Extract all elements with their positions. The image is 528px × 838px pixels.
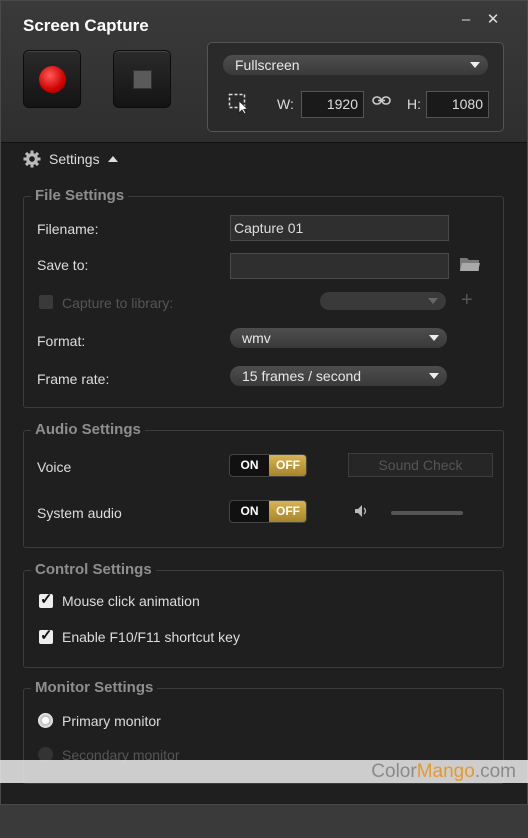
voice-label: Voice	[37, 459, 72, 475]
system-audio-label: System audio	[37, 505, 122, 521]
stop-button[interactable]	[113, 50, 171, 108]
record-button[interactable]	[23, 50, 81, 108]
add-library-icon[interactable]: +	[461, 290, 473, 310]
capture-library-label: Capture to library:	[62, 295, 174, 311]
settings-label: Settings	[49, 151, 100, 167]
minimize-button[interactable]: –	[457, 11, 475, 29]
file-settings-title: File Settings	[31, 187, 129, 204]
chevron-down-icon	[470, 62, 480, 68]
toggle-on-label: ON	[240, 458, 259, 472]
gear-icon	[23, 150, 41, 168]
capture-library-checkbox[interactable]	[39, 295, 53, 309]
check-icon: ✓	[40, 627, 53, 644]
sound-check-button[interactable]: Sound Check	[348, 453, 493, 477]
volume-slider[interactable]	[391, 511, 463, 515]
toggle-off-label: OFF	[269, 501, 306, 522]
shortcut-key-label: Enable F10/F11 shortcut key	[62, 629, 240, 645]
watermark-banner: ColorMango.com	[0, 760, 528, 783]
voice-toggle[interactable]: ON OFF	[229, 454, 307, 477]
stop-icon	[133, 70, 152, 89]
watermark-suffix: .com	[474, 761, 516, 782]
mouse-click-label: Mouse click animation	[62, 593, 200, 609]
save-to-input[interactable]	[230, 253, 449, 279]
filename-input[interactable]: Capture 01	[230, 215, 449, 241]
format-dropdown[interactable]: wmv	[230, 328, 447, 348]
link-aspect-icon[interactable]	[372, 95, 392, 107]
audio-settings-group: Audio Settings Voice ON OFF Sound Check …	[23, 421, 504, 548]
folder-icon[interactable]	[459, 255, 481, 273]
speaker-icon	[355, 505, 367, 517]
chevron-down-icon	[428, 298, 438, 304]
select-region-icon[interactable]	[228, 93, 252, 115]
toggle-on-label: ON	[240, 504, 259, 518]
watermark-text: ColorMango.com	[371, 760, 516, 783]
height-input[interactable]: 1080	[426, 91, 489, 118]
shortcut-key-checkbox[interactable]: ✓	[39, 627, 53, 644]
audio-settings-title: Audio Settings	[31, 421, 145, 438]
watermark-accent: Mango	[416, 761, 475, 782]
check-icon: ✓	[40, 591, 53, 608]
frame-rate-dropdown[interactable]: 15 frames / second	[230, 366, 447, 386]
width-input[interactable]: 1920	[301, 91, 364, 118]
primary-monitor-label: Primary monitor	[62, 713, 161, 729]
window-title: Screen Capture	[23, 16, 149, 35]
filename-label: Filename:	[37, 221, 99, 237]
save-to-label: Save to:	[37, 257, 89, 273]
close-button[interactable]: ✕	[484, 11, 502, 29]
capture-area-panel: Fullscreen W: 1920 H: 1080	[207, 42, 504, 132]
record-icon	[39, 66, 66, 93]
mouse-click-checkbox[interactable]: ✓	[39, 591, 53, 608]
settings-toggle[interactable]: Settings	[23, 149, 143, 169]
file-settings-group: File Settings Filename: Capture 01 Save …	[23, 187, 504, 408]
width-label: W:	[277, 96, 294, 112]
frame-rate-label: Frame rate:	[37, 371, 110, 387]
chevron-up-icon	[108, 156, 118, 162]
frame-rate-value: 15 frames / second	[242, 368, 362, 384]
system-audio-toggle[interactable]: ON OFF	[229, 500, 307, 523]
format-label: Format:	[37, 333, 86, 349]
control-settings-group: Control Settings ✓ Mouse click animation…	[23, 561, 504, 668]
height-label: H:	[407, 96, 421, 112]
chevron-down-icon	[429, 373, 439, 379]
watermark-prefix: Color	[371, 761, 417, 782]
capture-mode-value: Fullscreen	[235, 57, 300, 73]
control-settings-title: Control Settings	[31, 561, 156, 578]
capture-mode-dropdown[interactable]: Fullscreen	[223, 55, 488, 75]
toggle-off-label: OFF	[269, 455, 306, 476]
format-value: wmv	[242, 330, 271, 346]
chevron-down-icon	[429, 335, 439, 341]
screen-capture-window: Screen Capture – ✕ Fullscreen W: 1920 H:…	[0, 0, 528, 805]
primary-monitor-radio[interactable]	[38, 713, 53, 728]
capture-toolbar: Screen Capture – ✕ Fullscreen W: 1920 H:…	[1, 1, 527, 143]
library-dropdown[interactable]	[320, 292, 446, 310]
monitor-settings-title: Monitor Settings	[31, 679, 158, 696]
